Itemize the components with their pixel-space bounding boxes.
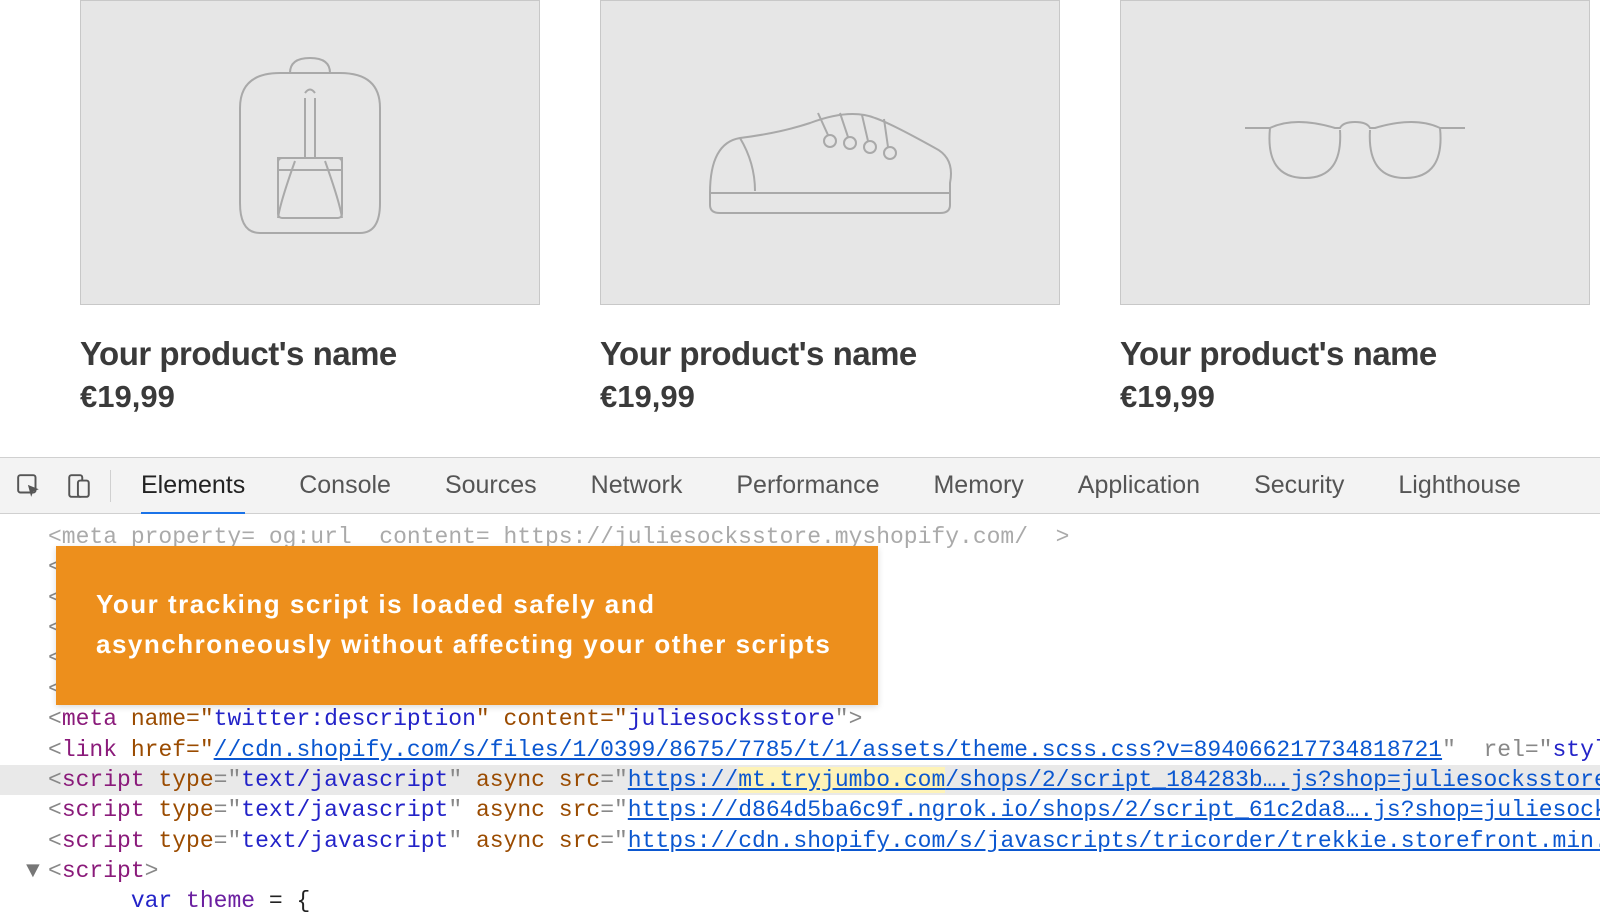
tab-security[interactable]: Security (1236, 458, 1362, 514)
callout-line: asynchroneously without affecting your o… (96, 624, 838, 664)
product-name: Your product's name (80, 335, 540, 373)
backpack-icon (205, 53, 415, 253)
tab-network[interactable]: Network (573, 458, 701, 514)
divider (110, 470, 111, 502)
callout-tracking-script: Your tracking script is loaded safely an… (56, 546, 878, 705)
elements-panel[interactable]: <meta property= og:url content= https://… (0, 514, 1600, 914)
product-image-glasses (1120, 0, 1590, 305)
code-line-script-open[interactable]: ▼<script> (0, 856, 1600, 886)
product-name: Your product's name (1120, 335, 1590, 373)
inspect-element-icon[interactable] (4, 458, 54, 514)
product-card[interactable]: Your product's name €19,99 (600, 0, 1060, 415)
product-name: Your product's name (600, 335, 1060, 373)
tab-memory[interactable]: Memory (915, 458, 1041, 514)
expand-caret-icon[interactable]: ▼ (26, 856, 40, 886)
devtools-tabbar: Elements Console Sources Network Perform… (0, 458, 1600, 514)
code-line-meta-twitter: <meta name="twitter:description" content… (0, 704, 1600, 734)
sneaker-icon (700, 83, 960, 223)
code-line-script: <script type="text/javascript" async src… (0, 795, 1600, 825)
product-row: Your product's name €19,99 Your product'… (0, 0, 1600, 415)
tab-elements[interactable]: Elements (123, 458, 263, 514)
code-line-link: <link href="//cdn.shopify.com/s/files/1/… (0, 735, 1600, 765)
tab-lighthouse[interactable]: Lighthouse (1380, 458, 1538, 514)
product-price: €19,99 (600, 379, 1060, 415)
device-toolbar-icon[interactable] (54, 458, 104, 514)
product-image-backpack (80, 0, 540, 305)
tab-performance[interactable]: Performance (718, 458, 897, 514)
code-line-script-tracking[interactable]: <script type="text/javascript" async src… (0, 765, 1600, 795)
tab-console[interactable]: Console (281, 458, 409, 514)
product-card[interactable]: Your product's name €19,99 (1120, 0, 1590, 415)
code-line-script: <script type="text/javascript" async src… (0, 826, 1600, 856)
product-image-sneaker (600, 0, 1060, 305)
callout-line: Your tracking script is loaded safely an… (96, 584, 838, 624)
code-line-js: var theme = { (0, 886, 1600, 914)
devtools-panel: Elements Console Sources Network Perform… (0, 457, 1600, 914)
tab-sources[interactable]: Sources (427, 458, 555, 514)
product-price: €19,99 (1120, 379, 1590, 415)
product-price: €19,99 (80, 379, 540, 415)
tab-application[interactable]: Application (1060, 458, 1218, 514)
glasses-icon (1235, 108, 1475, 198)
product-card[interactable]: Your product's name €19,99 (80, 0, 540, 415)
